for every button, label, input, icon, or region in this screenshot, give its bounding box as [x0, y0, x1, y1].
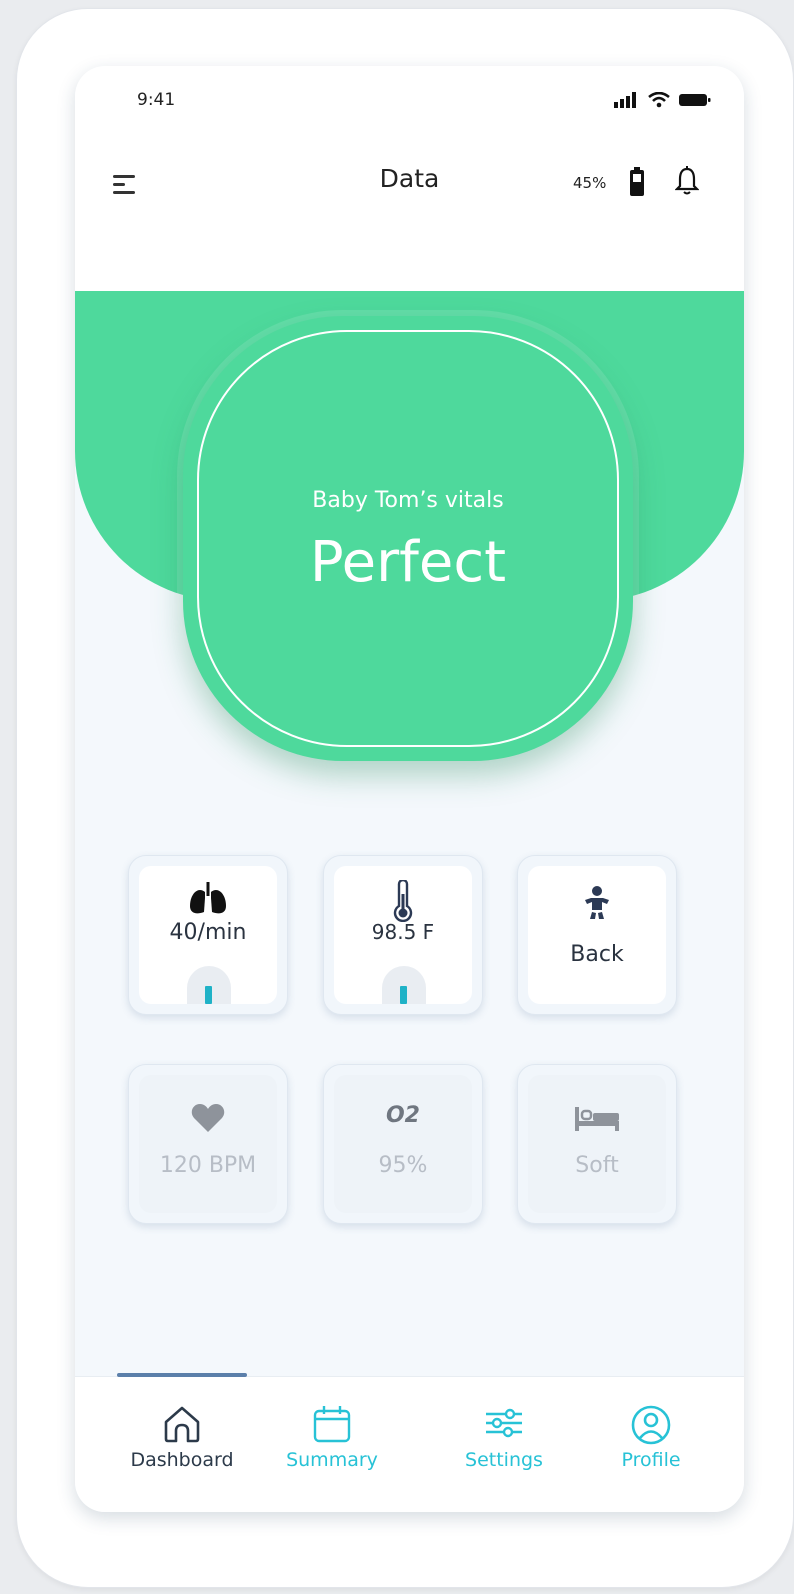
calendar-icon	[313, 1406, 351, 1443]
vitals-subtitle: Baby Tom’s vitals	[312, 488, 504, 513]
oxygen-tile[interactable]: O2 95%	[323, 1064, 483, 1224]
nav-dashboard-label: Dashboard	[130, 1449, 234, 1471]
lungs-icon	[190, 882, 226, 914]
tile-body: Soft	[528, 1075, 666, 1213]
tile-body: 98.5 F	[334, 866, 472, 1004]
status-time: 9:41	[137, 90, 176, 110]
bottom-navigation: Dashboard Summary Settings Profile	[75, 1373, 744, 1512]
vitals-status: Perfect	[309, 530, 507, 595]
nav-settings-label: Settings	[465, 1449, 543, 1471]
nav-settings[interactable]: Settings	[434, 1377, 574, 1512]
vitals-card-ring: Baby Tom’s vitals Perfect	[197, 330, 619, 747]
mattress-tile[interactable]: Soft	[517, 1064, 677, 1224]
heart-icon	[191, 1104, 225, 1132]
heart-rate-value: 120 BPM	[159, 1153, 257, 1178]
notification-bell-icon[interactable]	[675, 166, 699, 196]
home-icon	[164, 1406, 200, 1443]
status-icons	[614, 92, 712, 108]
nav-dashboard[interactable]: Dashboard	[112, 1377, 252, 1512]
baby-icon	[585, 886, 609, 919]
nav-profile[interactable]: Profile	[581, 1377, 721, 1512]
o2-icon: O2	[385, 1103, 420, 1128]
vitals-summary-card[interactable]: Baby Tom’s vitals Perfect	[183, 316, 633, 761]
sleep-position-tile[interactable]: Back	[517, 855, 677, 1015]
breathing-gauge	[187, 966, 231, 1004]
temperature-gauge-fill	[400, 986, 407, 1004]
thermometer-icon	[393, 880, 413, 922]
breathing-gauge-fill	[205, 986, 212, 1004]
breathing-rate-value: 40/min	[169, 920, 247, 945]
oxygen-value: 95%	[378, 1153, 428, 1178]
app-header: Data 45%	[75, 146, 744, 291]
tile-body: Back	[528, 866, 666, 1004]
tile-body: 120 BPM	[139, 1075, 277, 1213]
bed-icon	[575, 1107, 619, 1131]
device-battery-percent: 45%	[573, 174, 607, 192]
nav-profile-label: Profile	[621, 1449, 681, 1471]
temperature-gauge	[382, 966, 426, 1004]
breathing-rate-tile[interactable]: 40/min	[128, 855, 288, 1015]
nav-summary-label: Summary	[286, 1449, 378, 1471]
temperature-value: 98.5 F	[371, 920, 435, 944]
mattress-value: Soft	[575, 1153, 619, 1178]
heart-rate-tile[interactable]: 120 BPM	[128, 1064, 288, 1224]
profile-icon	[631, 1405, 671, 1445]
battery-status-icon	[679, 94, 711, 106]
wifi-icon	[648, 92, 670, 108]
nav-summary[interactable]: Summary	[262, 1377, 402, 1512]
cellular-signal-icon	[614, 92, 636, 108]
temperature-tile[interactable]: 98.5 F	[323, 855, 483, 1015]
battery-icon	[630, 167, 644, 196]
sliders-icon	[486, 1408, 522, 1438]
sleep-position-value: Back	[570, 942, 624, 967]
tile-body: 40/min	[139, 866, 277, 1004]
status-bar: 9:41	[75, 66, 744, 146]
tile-body: O2 95%	[334, 1075, 472, 1213]
phone-screen: 9:41 Data 45% Baby Tom’s vitals Perfect …	[75, 66, 744, 1512]
